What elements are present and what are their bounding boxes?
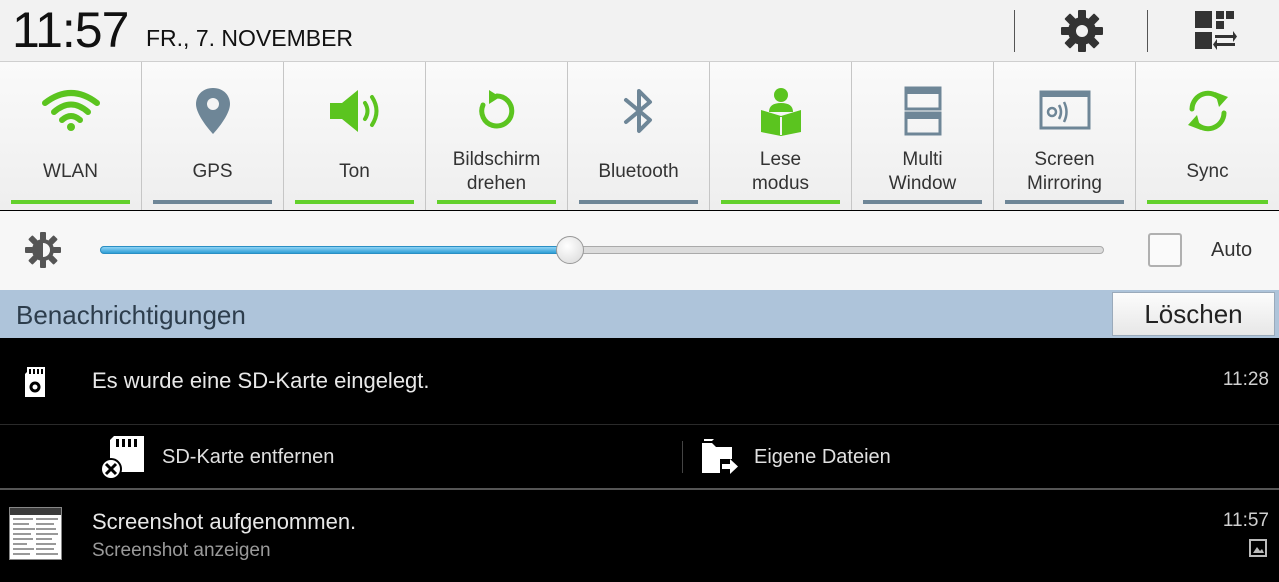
my-files-button[interactable]: Eigene Dateien <box>700 425 891 489</box>
notifications-title: Benachrichtigungen <box>16 300 246 330</box>
brightness-icon <box>24 231 62 269</box>
action-label: SD-Karte entfernen <box>162 445 335 468</box>
brightness-slider[interactable] <box>100 236 1104 264</box>
notification-actions: SD-Karte entfernen Eigene Dateien <box>0 424 1279 490</box>
toggle-label: GPS <box>192 161 233 182</box>
notification-title: Screenshot aufgenommen. <box>92 509 357 534</box>
sync-icon <box>1187 90 1228 132</box>
action-label: Eigene Dateien <box>754 445 891 468</box>
bluetooth-icon <box>623 89 652 133</box>
toggle-multi-window[interactable]: Multi Window <box>852 62 994 210</box>
clock: 11:57 <box>12 2 129 58</box>
auto-brightness-label: Auto <box>1211 239 1253 261</box>
toggle-sync[interactable]: Sync <box>1136 62 1279 210</box>
location-pin-icon <box>195 88 230 134</box>
notification-time: 11:28 <box>1222 369 1269 390</box>
toggle-reading-mode[interactable]: Lese modus <box>710 62 852 210</box>
sd-card-remove-button[interactable]: SD-Karte entfernen <box>100 425 334 489</box>
divider <box>1014 10 1015 52</box>
multi-window-icon <box>1195 11 1237 50</box>
slider-fill <box>100 246 570 254</box>
sd-card-icon <box>24 366 48 403</box>
wifi-icon <box>41 90 100 131</box>
toggle-rotate-screen[interactable]: Bildschirm drehen <box>426 62 568 210</box>
gear-icon <box>1061 10 1103 52</box>
toggle-label: Bluetooth <box>598 161 679 182</box>
divider <box>1147 10 1148 52</box>
toggle-indicator <box>1147 200 1268 204</box>
status-header: 11:57 FR., 7. NOVEMBER <box>0 0 1279 62</box>
brightness-row: Auto <box>0 211 1279 290</box>
speaker-icon <box>329 90 378 132</box>
notifications-header: Benachrichtigungen Löschen <box>0 290 1279 338</box>
screen-mirroring-icon <box>1039 90 1090 130</box>
multi-window-tray-button[interactable] <box>1176 6 1254 56</box>
toggle-screen-mirroring[interactable]: Screen Mirroring <box>994 62 1136 210</box>
toggle-indicator <box>11 200 130 204</box>
toggle-indicator <box>721 200 840 204</box>
toggle-sound[interactable]: Ton <box>284 62 426 210</box>
notification-sd-card[interactable]: Es wurde eine SD-Karte eingelegt. 11:28 <box>0 338 1279 424</box>
toggle-label: Bildschirm drehen <box>452 149 541 194</box>
toggle-label: Multi Window <box>888 149 957 194</box>
multi-window-icon <box>904 86 941 136</box>
sd-card-remove-icon <box>100 436 144 480</box>
auto-brightness-checkbox[interactable] <box>1148 233 1182 267</box>
settings-button[interactable] <box>1040 6 1124 56</box>
date: FR., 7. NOVEMBER <box>146 25 354 51</box>
notification-screenshot[interactable]: Screenshot aufgenommen. Screenshot anzei… <box>0 491 1279 582</box>
toggle-indicator <box>1005 200 1124 204</box>
reading-mode-icon <box>760 88 801 136</box>
toggle-gps[interactable]: GPS <box>142 62 284 210</box>
toggle-label: Sync <box>1186 161 1229 182</box>
my-files-icon <box>702 439 738 474</box>
toggle-label: Lese modus <box>751 149 810 194</box>
clear-button[interactable]: Löschen <box>1112 292 1275 336</box>
toggle-indicator <box>863 200 982 204</box>
quick-settings-toggles: WLAN GPS Ton Bildschirm drehen Bluetooth… <box>0 62 1279 210</box>
screenshot-thumbnail <box>9 507 62 560</box>
toggle-indicator <box>579 200 698 204</box>
notification-subtitle: Screenshot anzeigen <box>92 540 271 561</box>
toggle-label: Screen Mirroring <box>1027 149 1102 194</box>
toggle-wlan[interactable]: WLAN <box>0 62 142 210</box>
toggle-bluetooth[interactable]: Bluetooth <box>568 62 710 210</box>
toggle-indicator <box>437 200 556 204</box>
notification-time: 11:57 <box>1222 510 1269 531</box>
toggle-label: WLAN <box>43 161 98 182</box>
slider-thumb[interactable] <box>555 236 584 264</box>
rotate-icon <box>478 90 514 129</box>
divider <box>682 441 683 473</box>
toggle-indicator <box>153 200 272 204</box>
toggle-label: Ton <box>339 161 370 182</box>
toggle-indicator <box>295 200 414 204</box>
notification-text: Es wurde eine SD-Karte eingelegt. <box>92 368 430 393</box>
gallery-icon <box>1249 539 1267 557</box>
